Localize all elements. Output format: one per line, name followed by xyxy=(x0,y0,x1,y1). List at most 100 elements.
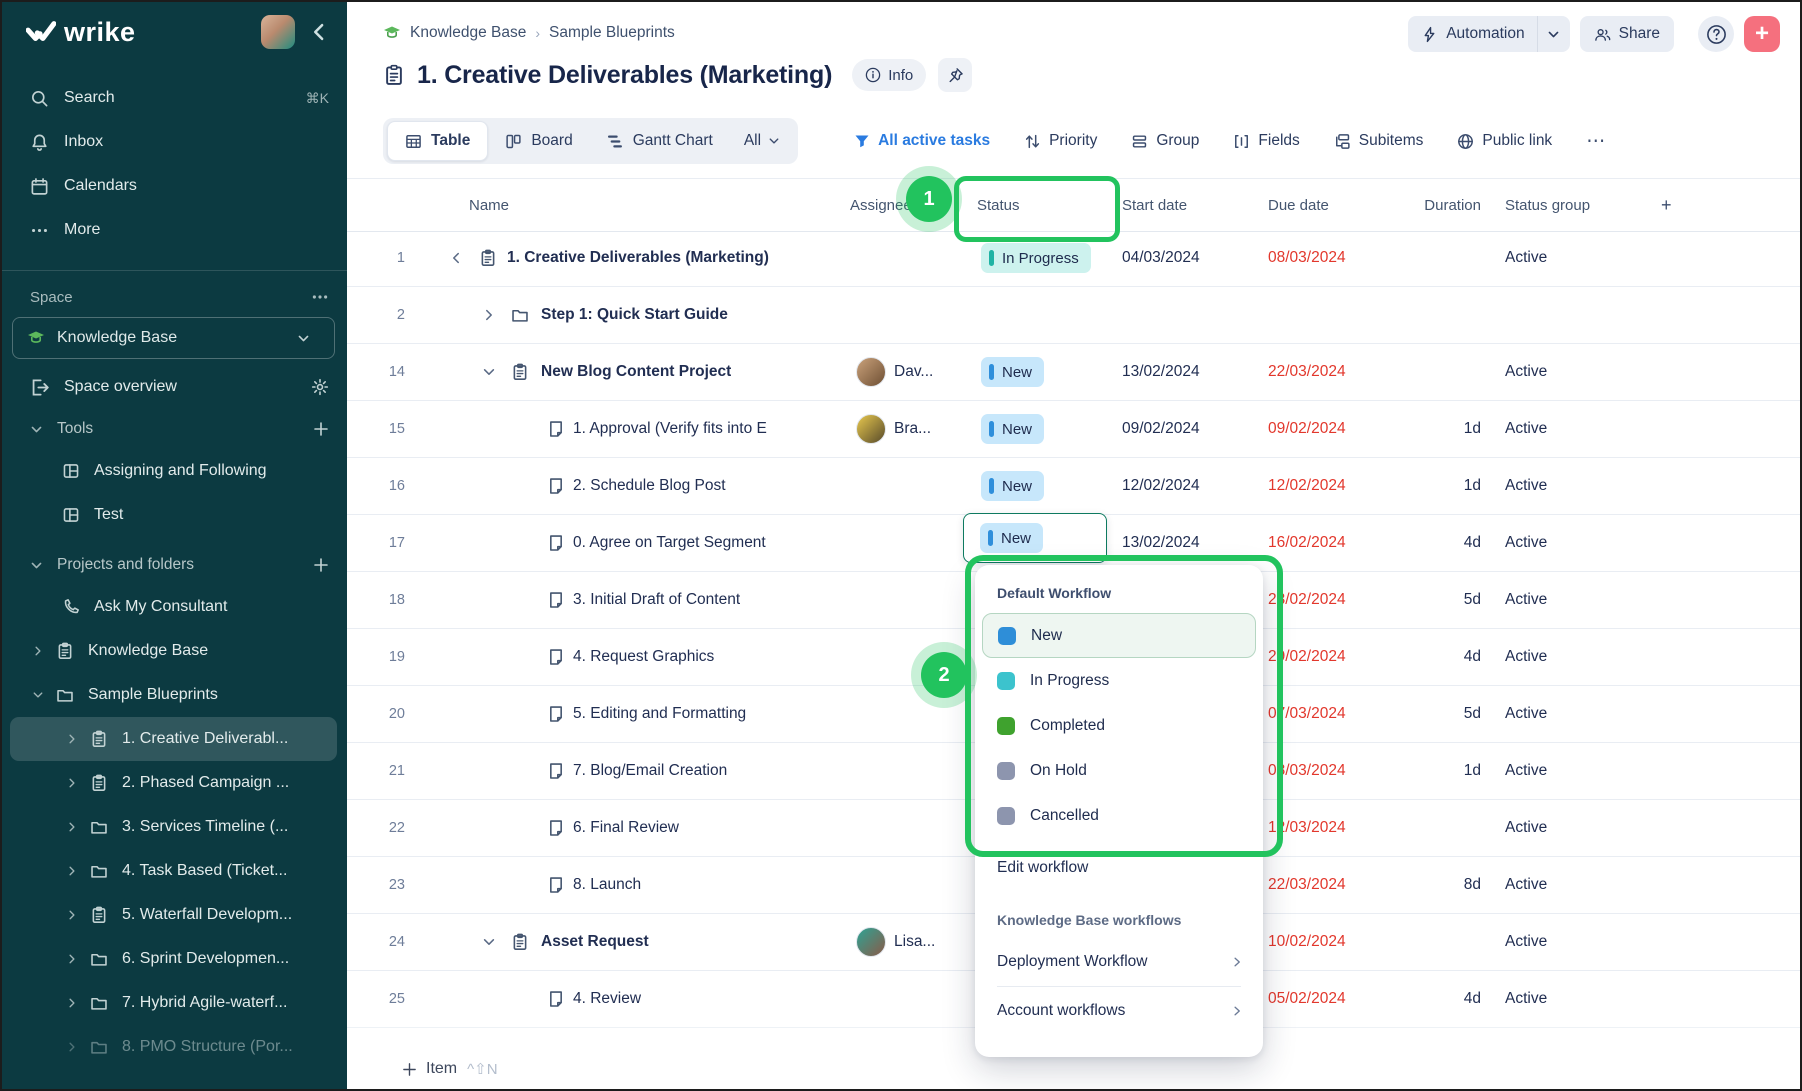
add-project-icon[interactable] xyxy=(313,557,329,573)
breadcrumb-knowledge-base[interactable]: Knowledge Base xyxy=(410,24,526,42)
status-pill[interactable]: New xyxy=(981,414,1044,444)
help-button[interactable] xyxy=(1698,16,1734,52)
chevron-left-icon[interactable] xyxy=(449,251,463,265)
task-name[interactable]: Step 1: Quick Start Guide xyxy=(541,287,728,343)
sidebar-blueprint-item[interactable]: 1. Creative Deliverabl... xyxy=(10,717,337,761)
status-pill[interactable]: New xyxy=(981,357,1044,387)
wrike-logo[interactable]: wrike xyxy=(26,17,261,48)
add-column-button[interactable]: + xyxy=(1661,179,1672,231)
sidebar-tool-item[interactable]: Test xyxy=(0,493,347,537)
sidebar-blueprint-item[interactable]: 4. Task Based (Ticket... xyxy=(10,849,337,893)
due-date[interactable]: 22/03/2024 xyxy=(1268,857,1346,913)
toolbar-button-group[interactable]: Group xyxy=(1131,132,1199,150)
due-date[interactable]: 22/03/2024 xyxy=(1268,344,1346,400)
start-date[interactable]: 04/03/2024 xyxy=(1122,230,1200,286)
account-workflows-item[interactable]: Account workflows xyxy=(975,989,1263,1033)
toolbar-button-public-link[interactable]: Public link xyxy=(1457,132,1552,150)
due-date[interactable]: 16/02/2024 xyxy=(1268,515,1346,571)
task-name[interactable]: 1. Approval (Verify fits into E xyxy=(573,401,767,457)
sidebar-blueprint-item[interactable]: 7. Hybrid Agile-waterf... xyxy=(10,981,337,1025)
due-date[interactable]: 08/03/2024 xyxy=(1268,743,1346,799)
toolbar-button-subitems[interactable]: Subitems xyxy=(1334,132,1424,150)
automation-button[interactable]: Automation xyxy=(1408,16,1569,52)
start-date[interactable]: 13/02/2024 xyxy=(1122,344,1200,400)
collapse-sidebar-icon[interactable] xyxy=(309,22,329,42)
due-date[interactable]: 08/03/2024 xyxy=(1268,230,1346,286)
sidebar-tool-item[interactable]: Assigning and Following xyxy=(0,449,347,493)
sidebar-section-tools[interactable]: Tools xyxy=(0,409,347,449)
view-tab-table[interactable]: Table xyxy=(387,121,488,161)
sidebar-blueprint-item[interactable]: 6. Sprint Developmen... xyxy=(10,937,337,981)
sidebar-project-item[interactable]: Knowledge Base xyxy=(0,629,347,673)
chevron-right-icon[interactable] xyxy=(66,953,78,965)
sidebar-item-inbox[interactable]: Inbox xyxy=(0,120,347,164)
add-item-button[interactable]: Item xyxy=(426,1060,457,1078)
toolbar-button-priority[interactable]: Priority xyxy=(1024,132,1097,150)
table-row[interactable]: 11. Creative Deliverables (Marketing)In … xyxy=(347,230,1802,287)
chevron-right-icon[interactable] xyxy=(66,821,78,833)
sidebar-item-calendars[interactable]: Calendars xyxy=(0,164,347,208)
status-cell[interactable]: New xyxy=(981,344,1044,400)
column-header-status[interactable]: Status xyxy=(977,179,1020,231)
gear-icon[interactable] xyxy=(311,378,329,396)
task-name[interactable]: Asset Request xyxy=(541,914,649,970)
column-header-duration[interactable]: Duration xyxy=(1407,179,1481,231)
table-row[interactable]: 162. Schedule Blog PostNew12/02/202412/0… xyxy=(347,458,1802,515)
table-row[interactable]: 170. Agree on Target SegmentNew13/02/202… xyxy=(347,515,1802,572)
sidebar-item-space-overview[interactable]: Space overview xyxy=(0,365,347,409)
sidebar-blueprint-item[interactable]: 3. Services Timeline (... xyxy=(10,805,337,849)
table-row[interactable]: 151. Approval (Verify fits into EBra...N… xyxy=(347,401,1802,458)
task-name[interactable]: 6. Final Review xyxy=(573,800,679,856)
chevron-right-icon[interactable] xyxy=(66,909,78,921)
status-pill[interactable]: New xyxy=(981,471,1044,501)
automation-dropdown-toggle[interactable] xyxy=(1537,16,1570,52)
task-name[interactable]: 7. Blog/Email Creation xyxy=(573,743,727,799)
chevron-down-icon[interactable] xyxy=(482,365,496,379)
task-name[interactable]: 1. Creative Deliverables (Marketing) xyxy=(507,230,769,286)
space-selector[interactable]: Knowledge Base xyxy=(12,317,335,359)
toolbar-button-fields[interactable]: Fields xyxy=(1233,132,1299,150)
sidebar-blueprint-item[interactable]: 8. PMO Structure (Por... xyxy=(10,1025,337,1069)
user-avatar[interactable] xyxy=(261,15,295,49)
status-cell[interactable]: In Progress xyxy=(981,230,1091,286)
assignee-avatar[interactable] xyxy=(856,414,886,444)
due-date[interactable]: 10/02/2024 xyxy=(1268,914,1346,970)
due-date[interactable]: 07/03/2024 xyxy=(1268,686,1346,742)
table-row[interactable]: 14New Blog Content ProjectDav...New13/02… xyxy=(347,344,1802,401)
sidebar-item-search[interactable]: Search⌘K xyxy=(0,76,347,120)
start-date[interactable]: 13/02/2024 xyxy=(1122,515,1200,571)
sidebar-blueprint-item[interactable]: 5. Waterfall Developm... xyxy=(10,893,337,937)
view-tab-gantt-chart[interactable]: Gantt Chart xyxy=(590,122,730,160)
breadcrumb-sample-blueprints[interactable]: Sample Blueprints xyxy=(549,24,675,42)
sidebar-item-more[interactable]: More xyxy=(0,208,347,252)
toolbar-more-button[interactable]: ⋯ xyxy=(1586,130,1607,153)
chevron-right-icon[interactable] xyxy=(482,308,496,322)
info-button[interactable]: Info xyxy=(852,59,926,91)
chevron-right-icon[interactable] xyxy=(66,997,78,1009)
chevron-right-icon[interactable] xyxy=(66,1041,78,1053)
status-cell-editing[interactable]: New xyxy=(963,513,1107,563)
status-pill[interactable]: New xyxy=(980,523,1043,553)
assignee-avatar[interactable] xyxy=(856,927,886,957)
due-date[interactable]: 29/02/2024 xyxy=(1268,629,1346,685)
table-row[interactable]: 2Step 1: Quick Start Guide xyxy=(347,287,1802,344)
task-name[interactable]: New Blog Content Project xyxy=(541,344,731,400)
start-date[interactable]: 12/02/2024 xyxy=(1122,458,1200,514)
task-name[interactable]: 4. Review xyxy=(573,971,641,1027)
column-header-status-group[interactable]: Status group xyxy=(1505,179,1590,231)
deployment-workflow-item[interactable]: Deployment Workflow xyxy=(975,940,1263,984)
status-pill[interactable]: In Progress xyxy=(981,243,1091,273)
due-date[interactable]: 12/02/2024 xyxy=(1268,458,1346,514)
space-more-icon[interactable] xyxy=(311,288,329,306)
status-cell[interactable]: New xyxy=(981,401,1044,457)
create-new-button[interactable]: + xyxy=(1744,16,1780,52)
column-header-name[interactable]: Name xyxy=(469,179,509,231)
view-tab-board[interactable]: Board xyxy=(488,122,589,160)
sidebar-blueprint-item[interactable]: 2. Phased Campaign ... xyxy=(10,761,337,805)
due-date[interactable]: 09/02/2024 xyxy=(1268,401,1346,457)
assignee-avatar[interactable] xyxy=(856,357,886,387)
task-name[interactable]: 0. Agree on Target Segment xyxy=(573,515,766,571)
status-option-cancelled[interactable]: Cancelled xyxy=(975,793,1263,838)
add-tool-icon[interactable] xyxy=(313,421,329,437)
task-name[interactable]: 3. Initial Draft of Content xyxy=(573,572,740,628)
